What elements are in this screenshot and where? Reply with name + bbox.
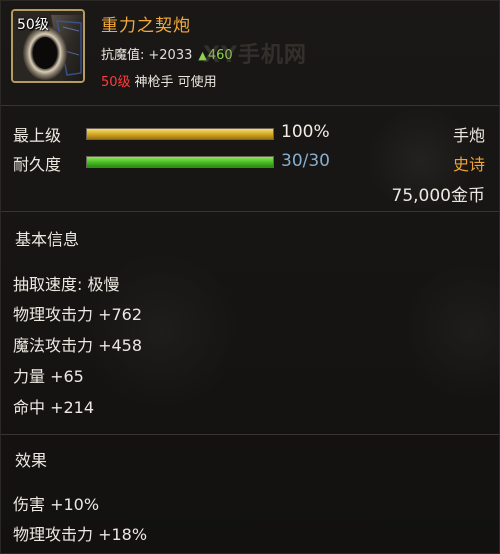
basic-info-line: 物理攻击力 +762	[13, 305, 143, 324]
magic-resist-value: +2033	[148, 48, 193, 63]
basic-info-line: 魔法攻击力 +458	[13, 336, 143, 355]
required-level: 50级	[101, 75, 131, 90]
required-class: 神枪手 可使用	[134, 75, 217, 90]
price: 75,000金币	[391, 186, 485, 206]
site-watermark: XY手机网	[203, 43, 307, 68]
durability-value: 30/30	[281, 151, 330, 171]
basic-info-line: 抽取速度: 极慢	[13, 275, 120, 294]
rarity: 史诗	[452, 155, 485, 174]
basic-info-title: 基本信息	[15, 230, 80, 249]
upgrade-value: 100%	[281, 122, 330, 142]
basic-info-line: 命中 +214	[13, 398, 95, 417]
upgrade-bar	[86, 128, 274, 140]
item-tooltip: 50级 重力之契炮 抗魔值: +2033 ▲460 50级 神枪手 可使用 XY…	[0, 0, 500, 554]
magic-resist-label: 抗魔值:	[101, 48, 145, 63]
weapon-type: 手炮	[452, 126, 485, 145]
basic-info-line: 力量 +65	[13, 367, 84, 386]
durability-bar-fill	[87, 157, 273, 167]
durability-label: 耐久度	[13, 155, 62, 174]
item-name: 重力之契炮	[101, 16, 191, 36]
upgrade-bar-fill	[87, 129, 273, 139]
effects-title: 效果	[15, 451, 48, 470]
durability-bar	[86, 156, 274, 168]
divider	[1, 105, 499, 106]
item-icon-frame[interactable]: 50级	[11, 9, 85, 83]
divider	[1, 211, 499, 212]
requirement-row: 50级 神枪手 可使用	[101, 71, 217, 90]
item-level-badge: 50级	[17, 17, 49, 33]
effect-line: 物理攻击力 +18%	[13, 525, 148, 544]
upgrade-label: 最上级	[13, 126, 62, 145]
effect-line: 伤害 +10%	[13, 495, 100, 514]
divider	[1, 434, 499, 435]
